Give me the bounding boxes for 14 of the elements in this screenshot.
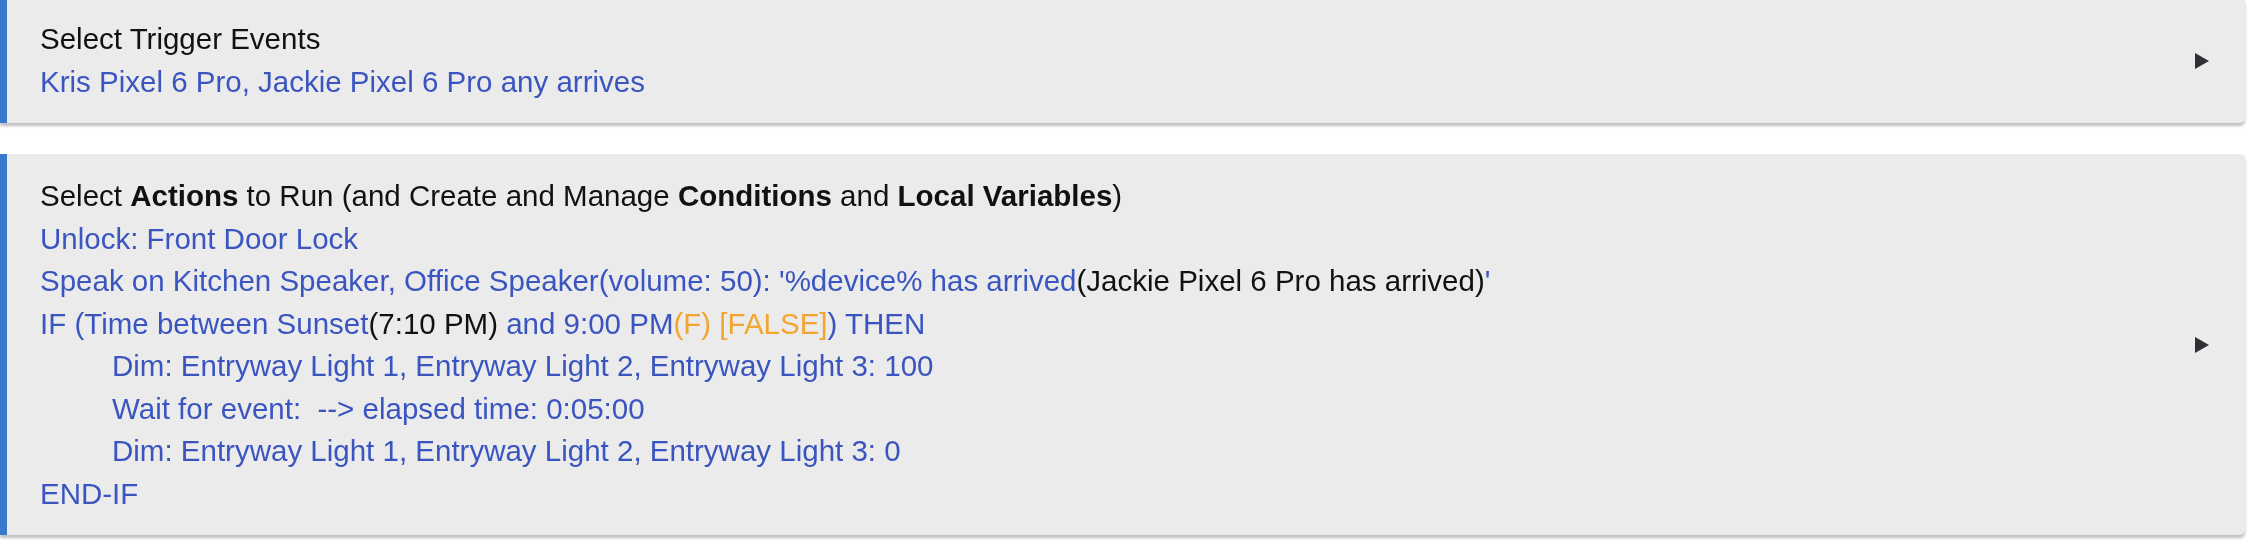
action-line: Speak on Kitchen Speaker, Office Speaker(volume: 50): '%device% has arrived(Jackie Pixel 6 Pro has arrived)' [40, 263, 1492, 299]
action-line: IF (Time between Sunset(7:10 PM) and 9:00 PM(F) [FALSE]) THEN [40, 305, 927, 342]
section-title: Select Actions to Run (and Create and Manage Conditions and Local Variables) [40, 178, 1124, 214]
action-line: END-IF [40, 475, 140, 512]
action-line: Unlock: Front Door Lock [40, 220, 360, 257]
caret-icon[interactable] [2195, 337, 2209, 353]
caret-icon[interactable] [2195, 52, 2209, 69]
action-line: Dim: Entryway Light 1, Entryway Light 2, Entryway Light 3: 0 [111, 433, 902, 469]
section-panel[interactable] [0, 154, 2245, 535]
action-line: Dim: Entryway Light 1, Entryway Light 2, Entryway Light 3: 100 [111, 348, 935, 384]
section-title: Select Trigger Events [40, 21, 322, 57]
action-line: Kris Pixel 6 Pro, Jackie Pixel 6 Pro any arrives [40, 63, 646, 100]
section-panel[interactable]: Select Trigger Events Kris Pixel 6 Pro, Jackie Pixel 6 Pro any arrives [0, 0, 2245, 123]
action-line: Wait for event: --> elapsed time: 0:05:00 [111, 390, 646, 427]
